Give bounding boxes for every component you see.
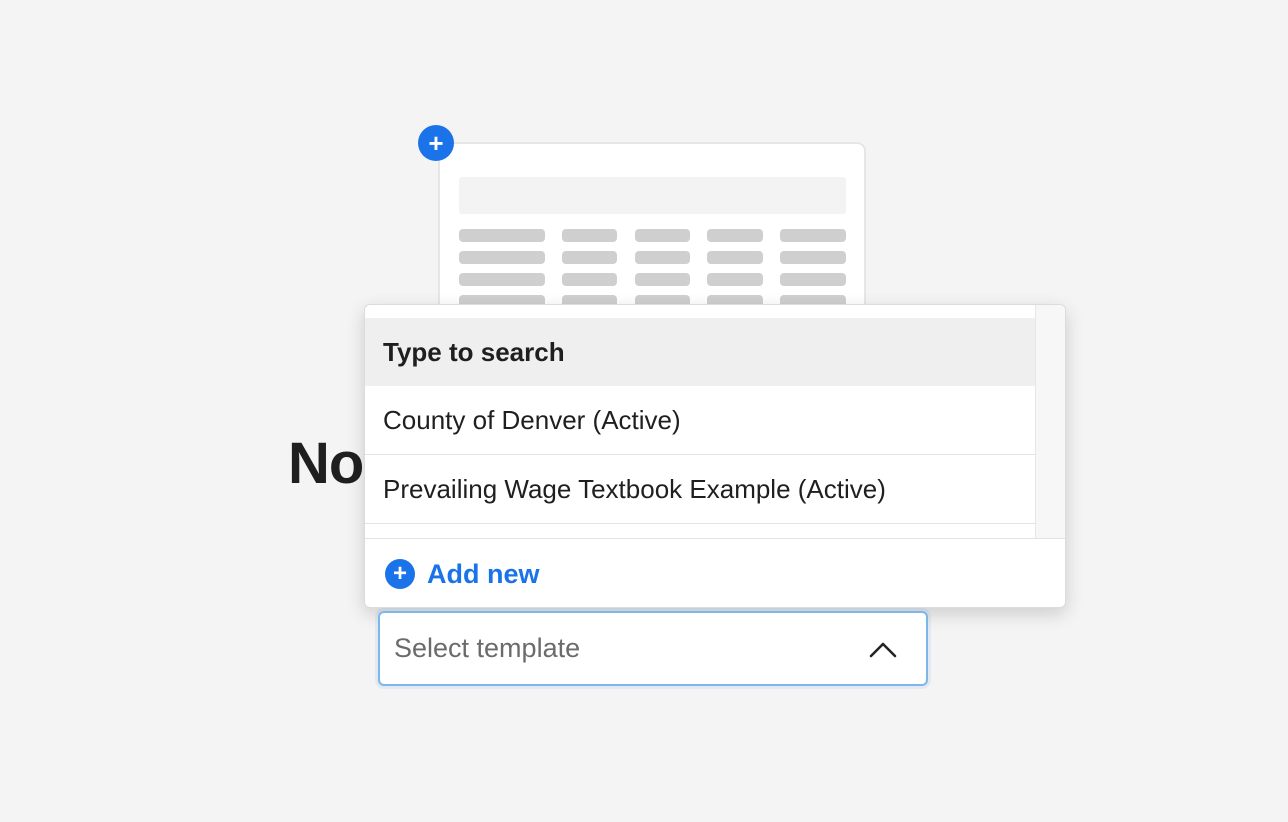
dropdown-option-prevailing-wage[interactable]: Prevailing Wage Textbook Example (Active… (365, 455, 1036, 524)
chevron-up-icon[interactable] (868, 639, 898, 659)
option-label: Prevailing Wage Textbook Example (Active… (383, 473, 886, 504)
add-new-button[interactable]: + Add new (365, 538, 1065, 607)
illustration-bar (459, 229, 545, 242)
add-new-label: Add new (427, 558, 540, 589)
illustration-bar (780, 229, 846, 242)
illustration-bar (780, 273, 846, 286)
illustration-bar (635, 273, 690, 286)
search-placeholder: Type to search (383, 336, 565, 367)
plus-badge-icon: + (418, 125, 454, 161)
template-dropdown: Type to search County of Denver (Active)… (364, 304, 1066, 608)
dropdown-list: Type to search County of Denver (Active)… (365, 318, 1036, 538)
illustration-bar (562, 229, 617, 242)
illustration-bar (707, 273, 763, 286)
illustration-header-bar (459, 177, 846, 214)
dropdown-scrollbar[interactable] (1035, 305, 1065, 538)
illustration-bar (635, 229, 690, 242)
illustration-bar (780, 251, 846, 264)
illustration-bar (562, 273, 617, 286)
illustration-bar (459, 251, 545, 264)
dropdown-option-county-of-denver[interactable]: County of Denver (Active) (365, 386, 1036, 455)
illustration-bar (635, 251, 690, 264)
select-template-field[interactable]: Select template (378, 611, 928, 686)
illustration-bar (707, 251, 763, 264)
illustration-bar (707, 229, 763, 242)
empty-state-heading: No (288, 431, 364, 496)
plus-circle-icon: + (385, 559, 415, 589)
illustration-bar (562, 251, 617, 264)
option-label: County of Denver (Active) (383, 404, 681, 435)
select-placeholder: Select template (394, 633, 581, 663)
dropdown-option-partial[interactable] (365, 524, 1036, 538)
illustration-bar (459, 273, 545, 286)
dropdown-search-input[interactable]: Type to search (365, 318, 1036, 386)
